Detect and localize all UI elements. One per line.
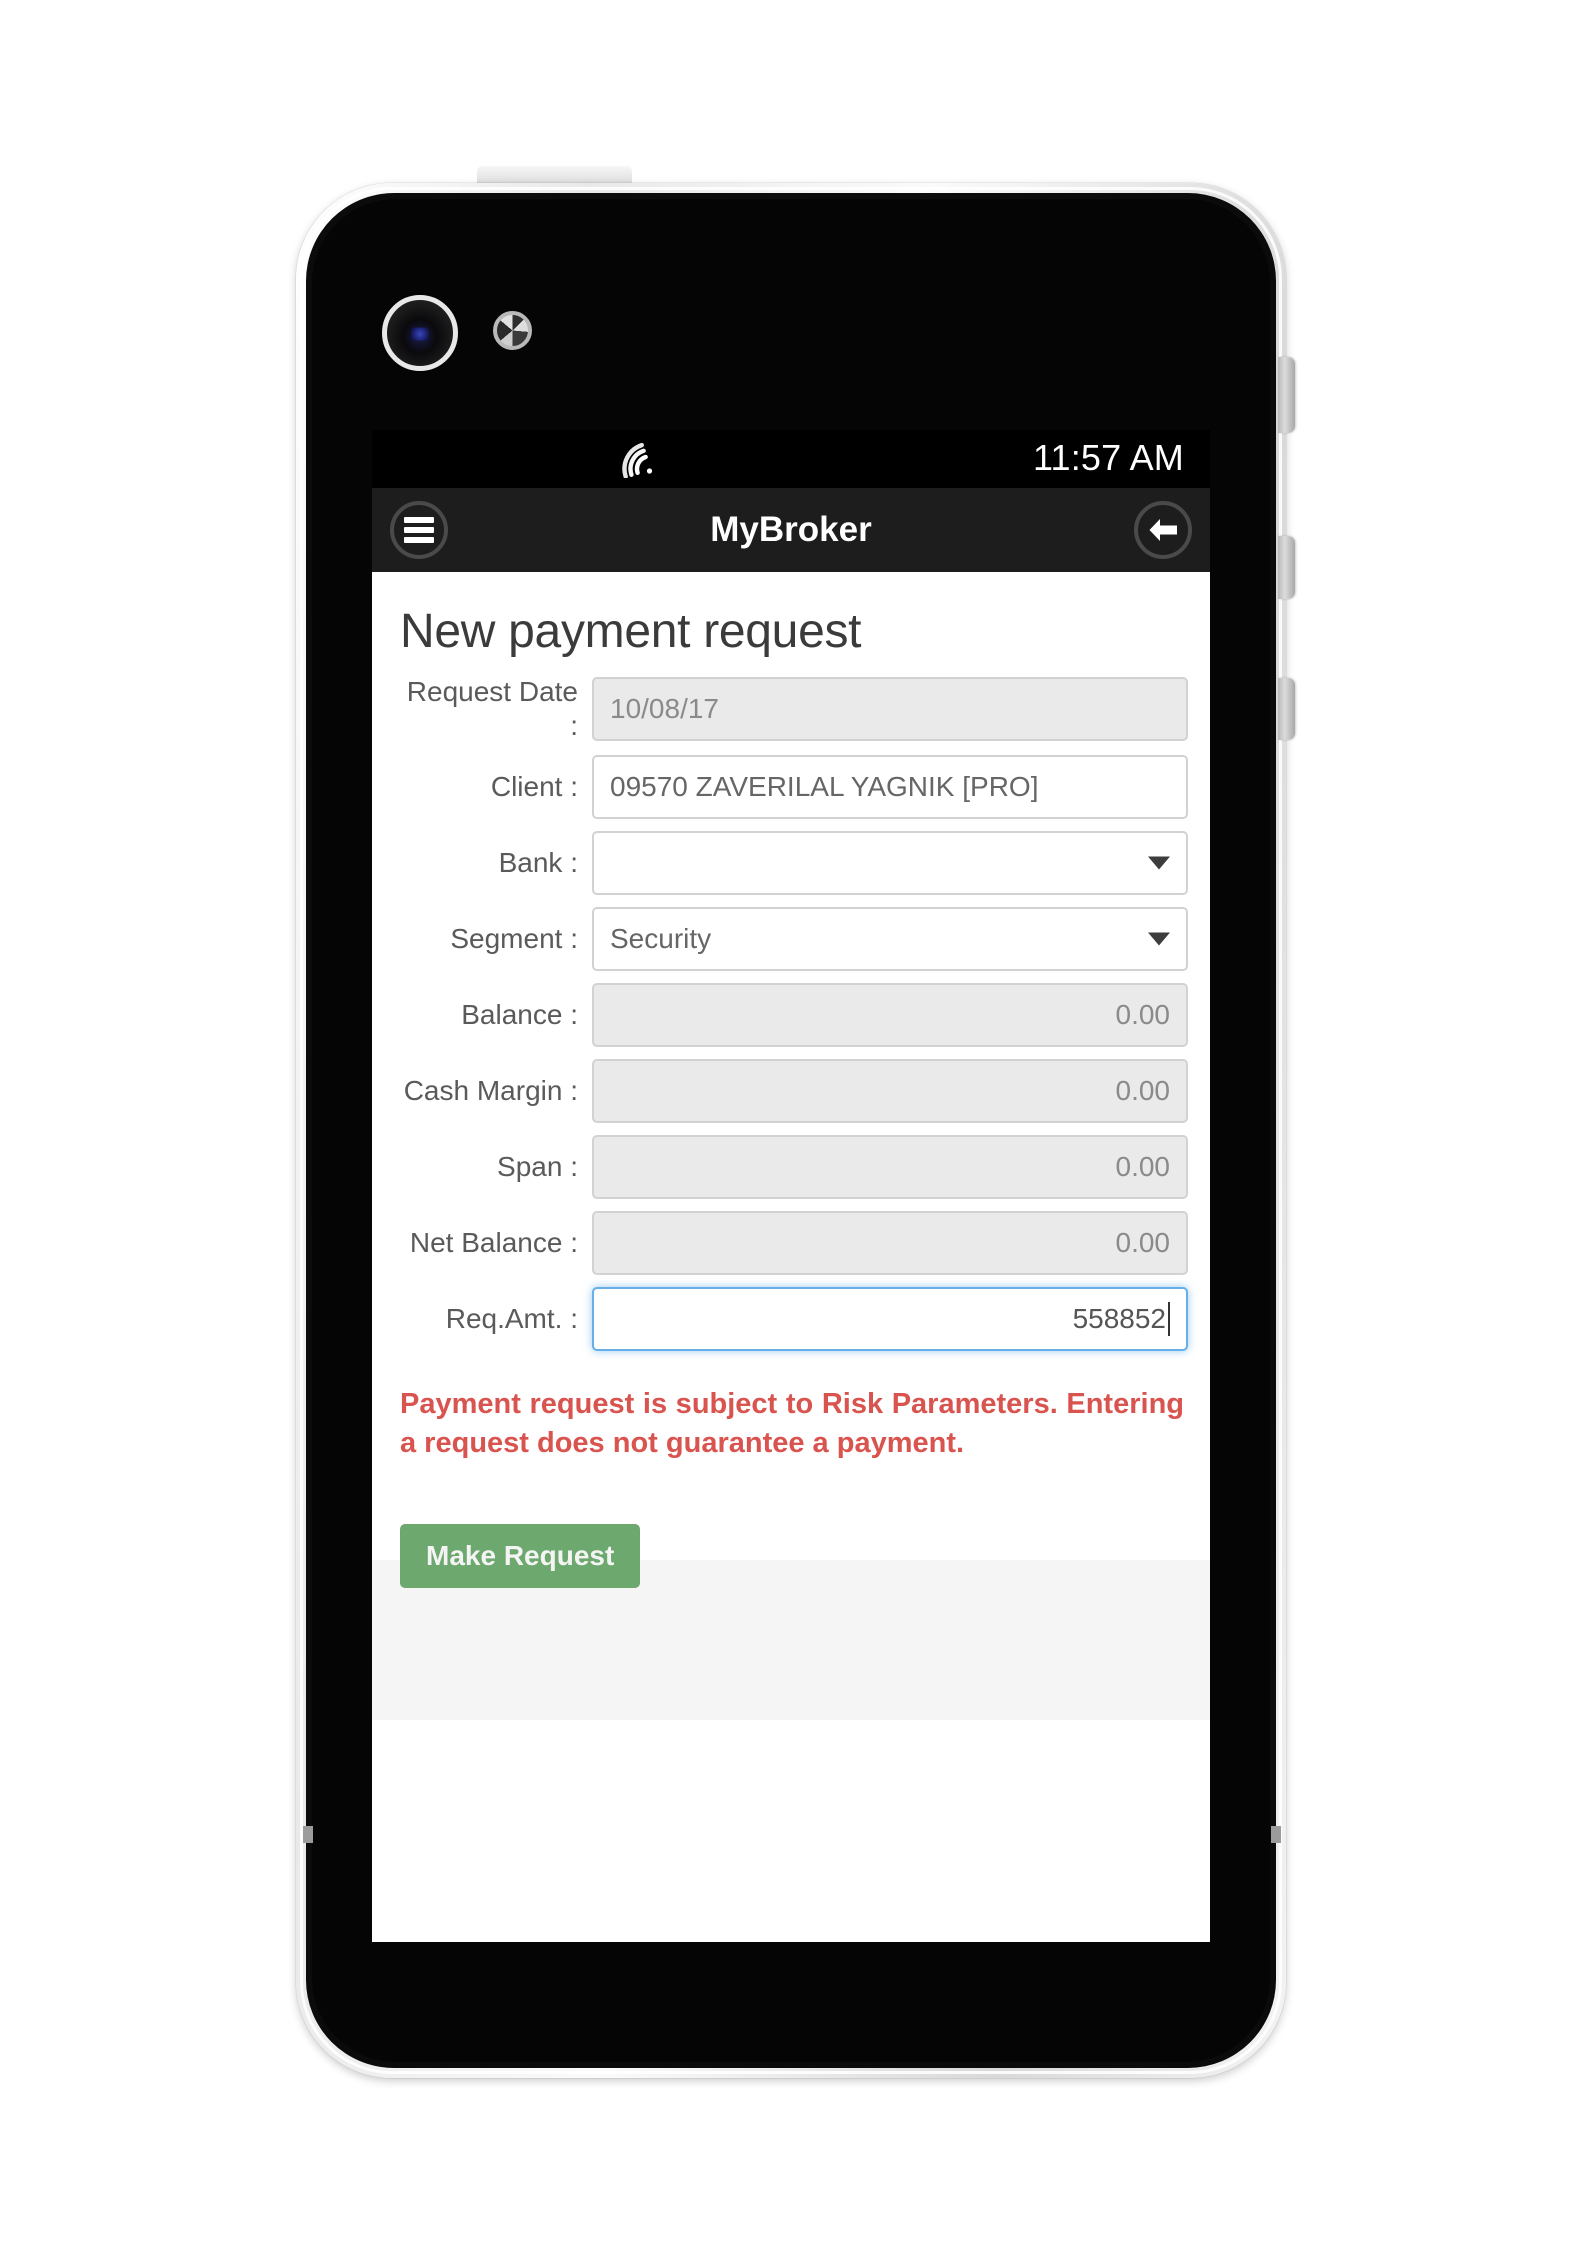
- label-request-date: Request Date :: [406, 676, 578, 742]
- label-req-amount: Req.Amt. :: [445, 1303, 578, 1335]
- net-balance-input[interactable]: 0.00: [592, 1211, 1188, 1276]
- status-bar-time: 11:57 AM: [1032, 437, 1184, 478]
- text-cursor: [1168, 1302, 1170, 1337]
- page-title: New payment request: [400, 605, 862, 658]
- segment-select[interactable]: Security: [592, 907, 1188, 972]
- back-button[interactable]: [1134, 501, 1192, 559]
- label-net-balance: Net Balance :: [409, 1227, 578, 1259]
- proximity-sensor-icon: [493, 311, 532, 350]
- back-arrow-icon: [1149, 519, 1177, 541]
- make-request-button[interactable]: Make Request: [400, 1524, 641, 1589]
- chevron-down-icon: [1148, 856, 1170, 870]
- label-segment: Segment :: [450, 923, 578, 955]
- chevron-down-icon: [1148, 932, 1170, 946]
- form-row-span: Span : 0.00: [394, 1135, 1188, 1200]
- form-row-balance: Balance : 0.00: [394, 983, 1188, 1048]
- label-bank: Bank :: [498, 847, 578, 879]
- hamburger-menu-button[interactable]: [390, 501, 448, 559]
- volume-up-button[interactable]: [1278, 357, 1295, 433]
- hamburger-menu-icon: [404, 513, 434, 547]
- form-row-net-balance: Net Balance : 0.00: [394, 1211, 1188, 1276]
- antenna-mark-left: [303, 1826, 313, 1843]
- label-cash-margin: Cash Margin :: [403, 1075, 578, 1107]
- req-amount-value: 558852: [1072, 1303, 1166, 1335]
- screenshot-stage: 11:57 AM MyBroker New payment request Re…: [0, 0, 1587, 2245]
- antenna-mark-right: [1271, 1826, 1281, 1843]
- form-row-segment: Segment : Security: [394, 907, 1188, 972]
- form-row-bank: Bank :: [394, 831, 1188, 896]
- silent-switch[interactable]: [1278, 678, 1295, 740]
- app-title: MyBroker: [710, 510, 872, 549]
- balance-input[interactable]: 0.00: [592, 983, 1188, 1048]
- request-date-input[interactable]: 10/08/17: [592, 677, 1188, 742]
- label-client: Client :: [490, 771, 578, 803]
- status-bar: 11:57 AM: [372, 430, 1210, 488]
- form-row-client: Client : 09570 ZAVERILAL YAGNIK [PRO]: [394, 755, 1188, 820]
- camera-lens-icon: [382, 295, 458, 371]
- page-content: New payment request Request Date : 10/08…: [372, 572, 1210, 1589]
- form-row-cash-margin: Cash Margin : 0.00: [394, 1059, 1188, 1124]
- volume-down-button[interactable]: [1278, 536, 1295, 599]
- span-input[interactable]: 0.00: [592, 1135, 1188, 1200]
- form-row-request-date: Request Date : 10/08/17: [394, 675, 1188, 743]
- phone-screen: 11:57 AM MyBroker New payment request Re…: [372, 430, 1210, 1942]
- bank-select[interactable]: [592, 831, 1188, 896]
- wifi-signal-icon: [622, 442, 653, 478]
- client-input[interactable]: 09570 ZAVERILAL YAGNIK [PRO]: [592, 755, 1188, 820]
- cash-margin-input[interactable]: 0.00: [592, 1059, 1188, 1124]
- app-bar: MyBroker: [372, 488, 1210, 572]
- risk-warning-text: Payment request is subject to Risk Param…: [400, 1388, 1184, 1459]
- req-amount-input[interactable]: 558852: [592, 1287, 1188, 1352]
- form-row-req-amount: Req.Amt. : 558852: [394, 1287, 1188, 1352]
- label-balance: Balance :: [461, 999, 578, 1031]
- label-span: Span :: [497, 1151, 578, 1183]
